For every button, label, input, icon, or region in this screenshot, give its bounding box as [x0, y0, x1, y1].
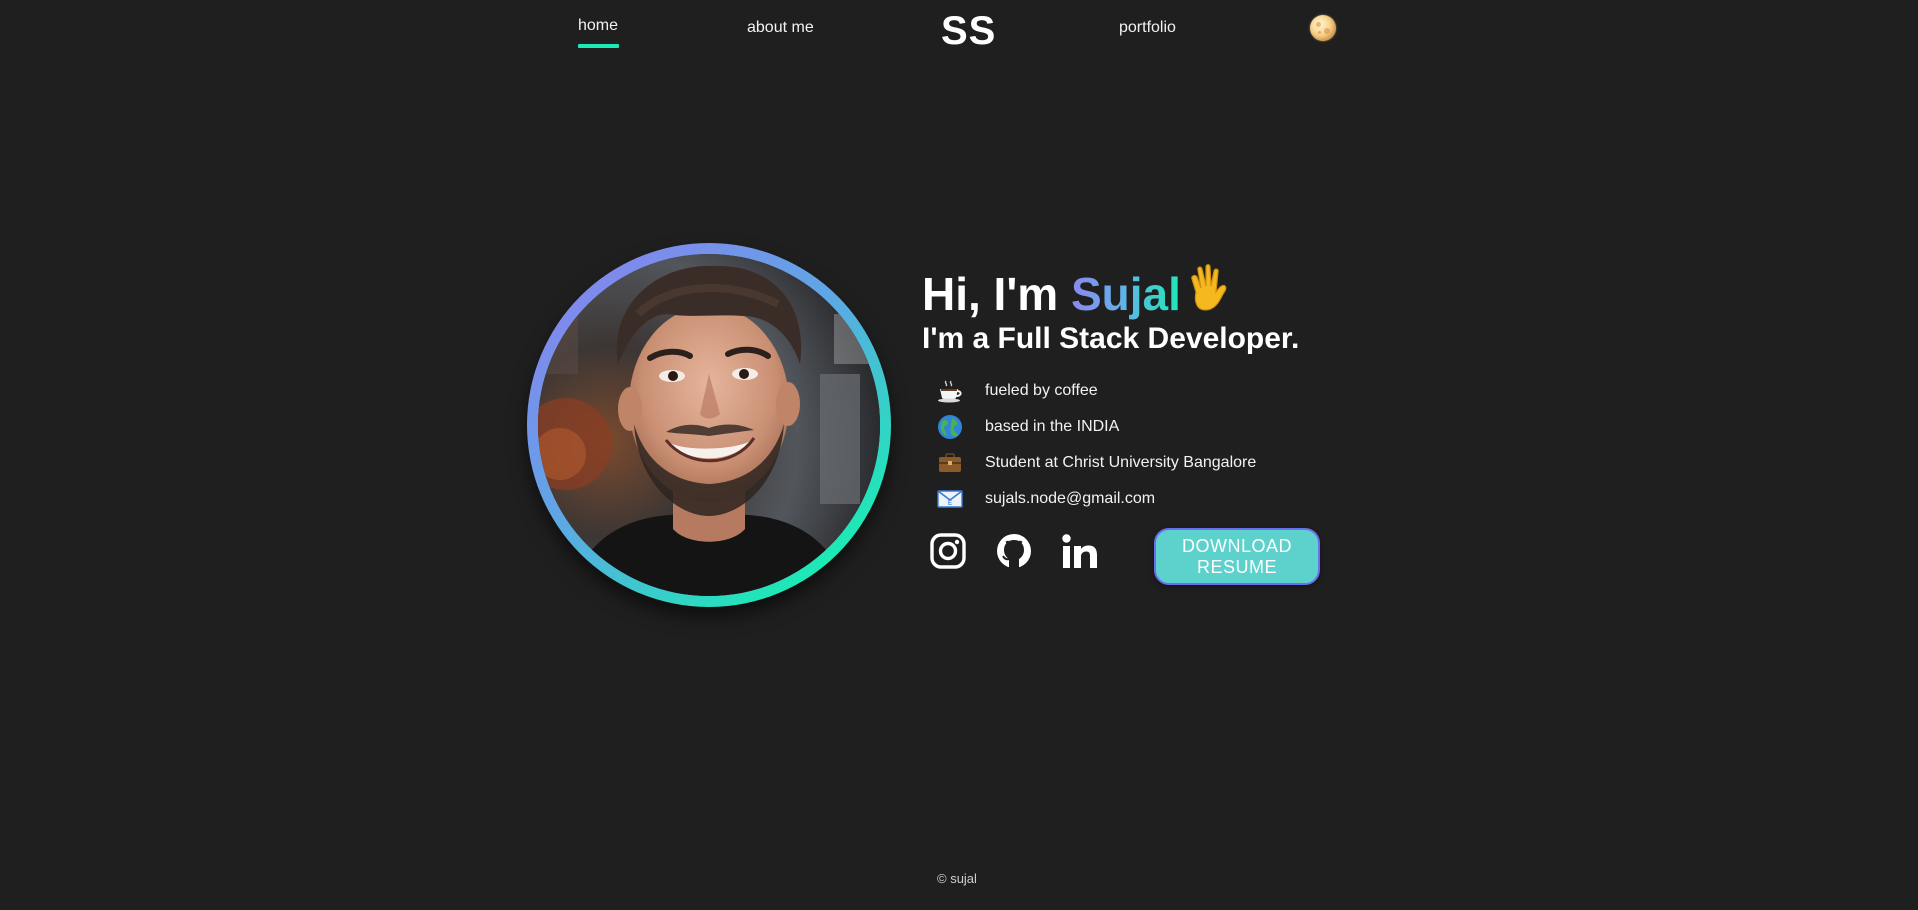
briefcase-icon: [936, 449, 964, 477]
footer-copyright: © sujal: [937, 871, 977, 886]
fact-email-text: sujals.node@gmail.com: [985, 490, 1156, 507]
fact-location-text: based in the INDIA: [985, 418, 1120, 435]
globe-icon: [936, 413, 964, 441]
waving-hand-icon: [1183, 262, 1233, 325]
coffee-icon: [936, 377, 964, 405]
avatar: [527, 243, 891, 607]
nav-portfolio-link[interactable]: portfolio: [1119, 19, 1176, 37]
nav-active-indicator: [578, 44, 619, 48]
hero-name: Sujal: [1070, 268, 1181, 320]
moon-theme-toggle-icon[interactable]: [1310, 15, 1336, 41]
svg-text:E: E: [948, 499, 952, 507]
fact-coffee: fueled by coffee: [936, 376, 1098, 406]
linkedin-icon[interactable]: [1061, 532, 1099, 570]
email-icon: E: [936, 485, 964, 513]
nav-home-link[interactable]: home: [578, 17, 618, 35]
nav-about-link[interactable]: about me: [747, 19, 814, 37]
hero-greeting: Hi, I'm Sujal: [922, 262, 1233, 325]
instagram-icon[interactable]: [929, 532, 967, 570]
github-icon[interactable]: [995, 532, 1033, 570]
download-resume-button[interactable]: DOWNLOAD RESUME: [1154, 528, 1320, 585]
profile-photo: [538, 254, 880, 596]
hero-subtitle: I'm a Full Stack Developer.: [922, 322, 1300, 355]
fact-work: Student at Christ University Bangalore: [936, 448, 1256, 478]
portfolio-page: home about me SS portfolio Hi, I'm Sujal…: [0, 0, 1918, 910]
profile-photo-illustration: [538, 254, 880, 596]
fact-coffee-text: fueled by coffee: [985, 382, 1098, 399]
greeting-prefix: Hi, I'm: [922, 268, 1071, 320]
fact-work-text: Student at Christ University Bangalore: [985, 454, 1257, 471]
site-logo[interactable]: SS: [941, 9, 996, 54]
fact-location: based in the INDIA: [936, 412, 1119, 442]
fact-email: E sujals.node@gmail.com: [936, 484, 1155, 514]
